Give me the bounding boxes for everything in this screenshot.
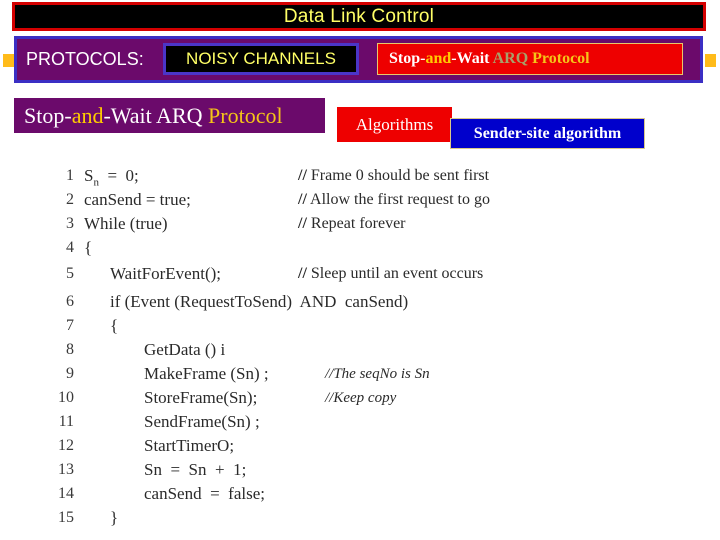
- code-line-number: 12: [58, 437, 74, 454]
- code-line-text: While (true): [84, 214, 168, 233]
- comment-slashes: //: [298, 215, 307, 232]
- code-line-text: {: [110, 316, 119, 335]
- code-line: 4{: [40, 236, 700, 260]
- code-line-number: 15: [58, 509, 74, 526]
- code-line-text: WaitForEvent();: [110, 264, 221, 283]
- code-line-number: 9: [66, 365, 74, 382]
- algorithm-code-block: 1 Sn = 0;// Frame 0 should be sent first 2…: [40, 160, 700, 530]
- text-run: Stop-: [389, 50, 426, 67]
- code-line: 15}: [40, 506, 700, 530]
- code-subscript: n: [93, 176, 99, 189]
- code-line-text: {: [84, 238, 93, 257]
- algorithms-badge[interactable]: Algorithms: [337, 107, 452, 142]
- code-line: 6 if (Event (RequestToSend) AND canSend): [40, 290, 700, 314]
- sender-site-algorithm-label: Sender-site algorithm: [473, 124, 622, 142]
- text-run: and: [71, 102, 104, 128]
- code-line: 2 canSend = true; // Allow the first reque…: [40, 188, 700, 212]
- page-title: Data Link Control: [283, 6, 435, 27]
- section-heading: Stop-and-Wait ARQ Protocol: [14, 98, 325, 133]
- code-comment: // Allow the first request to go: [298, 191, 490, 208]
- code-line-text: }: [110, 508, 119, 527]
- code-line: 5 WaitForEvent(); // Sleep until an event …: [40, 262, 700, 286]
- code-line: 1 Sn = 0;// Frame 0 should be sent first: [40, 164, 700, 188]
- code-line: 13 Sn = Sn + 1;: [40, 458, 700, 482]
- code-inline-comment: //The seqNo is Sn: [325, 366, 430, 382]
- code-line-number: 6: [66, 293, 74, 310]
- code-line-number: 5: [66, 265, 74, 282]
- text-run: Protocol: [208, 102, 283, 128]
- sender-site-algorithm-badge[interactable]: Sender-site algorithm: [450, 118, 645, 149]
- algorithms-label: Algorithms: [355, 114, 434, 134]
- code-line-text: if (Event (RequestToSend) AND canSend): [110, 292, 409, 311]
- left-marker-square: [3, 54, 14, 67]
- code-line-text: Sn = Sn + 1;: [144, 460, 247, 479]
- text-run: -Wait: [451, 50, 493, 67]
- code-line-number: 1: [66, 167, 74, 184]
- protocols-label: PROTOCOLS:: [26, 49, 144, 69]
- code-line-number: 2: [66, 191, 74, 208]
- current-protocol-label: Stop-and-Wait ARQ Protocol: [389, 50, 590, 68]
- text-run: and: [425, 50, 452, 67]
- code-line-text: MakeFrame (Sn) ;: [144, 364, 269, 383]
- text-run: ARQ: [492, 50, 533, 67]
- code-line: 10 StoreFrame(Sn); //Keep copy: [40, 386, 700, 410]
- code-line-text: StartTimerO;: [144, 436, 235, 455]
- code-line-text: canSend = true;: [84, 190, 191, 209]
- code-line: 7{: [40, 314, 700, 338]
- code-line-number: 10: [58, 389, 74, 406]
- code-line: 11 SendFrame(Sn) ;: [40, 410, 700, 434]
- comment-slashes: //: [298, 265, 307, 282]
- comment-slashes: //: [298, 167, 307, 184]
- code-line: 8 GetData () i: [40, 338, 700, 362]
- comment-slashes: //: [298, 191, 307, 208]
- code-comment: // Frame 0 should be sent first: [298, 167, 490, 184]
- code-inline-comment: //Keep copy: [325, 390, 397, 406]
- noisy-channels-badge[interactable]: NOISY CHANNELS: [163, 43, 359, 75]
- code-line-text: StoreFrame(Sn);: [144, 388, 258, 407]
- code-line-number: 13: [58, 461, 74, 478]
- text-run: Stop-: [24, 102, 72, 128]
- code-line-number: 8: [66, 341, 74, 358]
- text-run: Protocol: [532, 50, 590, 67]
- code-line: 12 StartTimerO;: [40, 434, 700, 458]
- code-line-text: GetData () i: [144, 340, 226, 359]
- code-line-number: 11: [58, 413, 74, 430]
- code-comment: // Sleep until an event occurs: [298, 265, 484, 282]
- current-protocol-badge[interactable]: Stop-and-Wait ARQ Protocol: [377, 43, 683, 75]
- code-line-number: 3: [66, 215, 74, 232]
- code-line: 3 While (true) // Repeat forever: [40, 212, 700, 236]
- text-run: -Wait ARQ: [103, 102, 209, 128]
- noisy-channels-label: NOISY CHANNELS: [186, 49, 336, 68]
- section-heading-label: Stop-and-Wait ARQ Protocol: [24, 103, 283, 129]
- code-line: 14 canSend = false;: [40, 482, 700, 506]
- code-line: 9 MakeFrame (Sn) ; //The seqNo is Sn: [40, 362, 700, 386]
- slide-title-bar: Data Link Control: [12, 2, 706, 31]
- code-line-number: 14: [58, 485, 74, 502]
- code-comment: // Repeat forever: [298, 215, 406, 232]
- code-line-number: 7: [66, 317, 74, 334]
- code-line-text: canSend = false;: [144, 484, 265, 503]
- code-line-text: SendFrame(Sn) ;: [144, 412, 260, 431]
- right-marker-square: [705, 54, 716, 67]
- code-line-number: 4: [66, 239, 74, 256]
